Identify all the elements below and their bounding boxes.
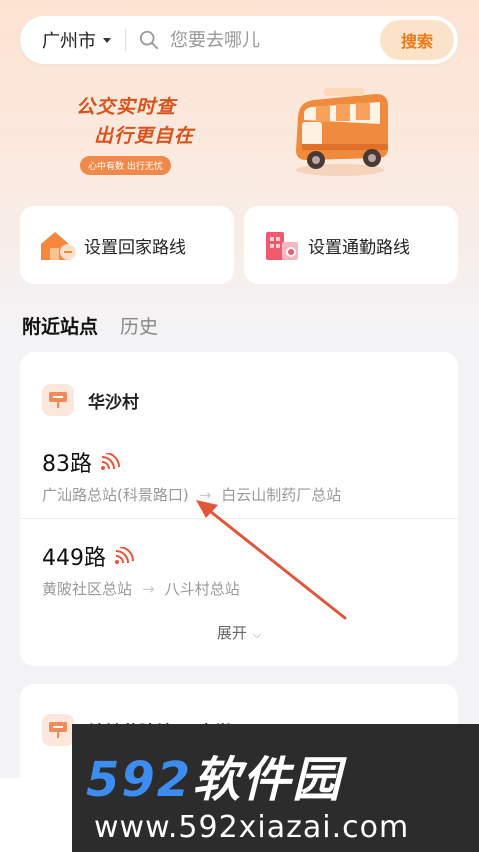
station-card: 华沙村 83路 广汕路总站(科景路口) → 白云山制药厂总站 449路 黄陂社区… [20, 352, 458, 666]
search-icon [139, 30, 159, 50]
bus-stop-sign-icon [42, 714, 74, 746]
bus-stop-sign-icon [42, 384, 74, 416]
expand-button[interactable]: 展开 ⌵ [20, 622, 458, 643]
search-divider [125, 29, 126, 51]
office-building-icon [266, 232, 298, 260]
station-name: 华沙村 [88, 392, 139, 413]
promo-banner[interactable]: 公交实时查 出行更自在 心中有数 出行无忧 [76, 92, 194, 175]
banner-tagline: 心中有数 出行无忧 [80, 156, 171, 175]
watermark-logo: 592软件园 www.592xiazai.com [72, 724, 479, 852]
expand-label: 展开 [216, 624, 247, 642]
route-destination: 八斗村总站 [164, 580, 240, 598]
route-origin: 黄陂社区总站 [42, 580, 133, 598]
route-name: 83路 [42, 452, 92, 477]
city-label: 广州市 [42, 31, 96, 52]
realtime-signal-icon [115, 547, 134, 564]
banner-title-line2: 出行更自在 [94, 125, 195, 147]
city-selector[interactable]: 广州市 [20, 16, 111, 64]
set-commute-route-button[interactable]: 设置通勤路线 [244, 206, 458, 284]
caret-down-icon [103, 37, 111, 43]
search-input[interactable] [170, 29, 360, 51]
tab-nearby-stations[interactable]: 附近站点 [22, 312, 98, 339]
watermark-url: www.592xiazai.com [94, 810, 410, 845]
arrow-right-icon: → [198, 485, 212, 504]
route-item[interactable]: 449路 黄陂社区总站 → 八斗村总站 [42, 540, 240, 599]
home-route-label: 设置回家路线 [84, 237, 186, 258]
set-home-route-button[interactable]: 设置回家路线 [20, 206, 234, 284]
route-divider [20, 518, 458, 519]
banner-title-line1: 公交实时查 [76, 96, 177, 118]
chevron-down-icon: ⌵ [252, 628, 262, 641]
search-button[interactable]: 搜索 [380, 20, 454, 60]
route-item[interactable]: 83路 广汕路总站(科景路口) → 白云山制药厂总站 [42, 446, 341, 505]
route-origin: 广汕路总站(科景路口) [42, 486, 189, 504]
watermark-number: 592 [86, 752, 193, 808]
route-destination: 白云山制药厂总站 [221, 486, 342, 504]
arrow-right-icon: → [142, 579, 155, 598]
station-header[interactable]: 华沙村 [42, 384, 139, 416]
realtime-signal-icon [101, 453, 120, 470]
commute-route-label: 设置通勤路线 [308, 237, 410, 258]
home-icon [41, 232, 76, 260]
search-bar: 广州市 搜索 [20, 16, 458, 64]
bus-illustration [296, 88, 388, 176]
station-tabs: 附近站点 历史 [22, 312, 158, 339]
route-name: 449路 [42, 546, 106, 571]
tab-history[interactable]: 历史 [120, 312, 158, 339]
watermark-brand: 软件园 [192, 752, 343, 808]
